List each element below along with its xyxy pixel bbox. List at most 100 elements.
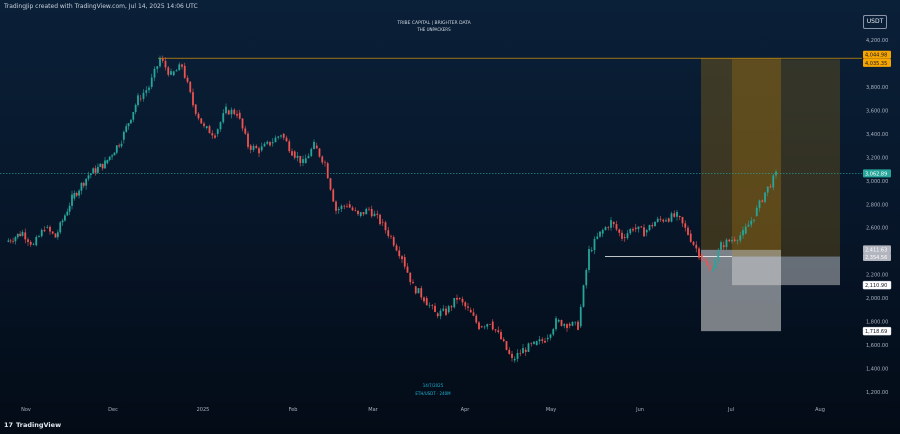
candle-body: [464, 302, 467, 307]
position-zones: [701, 58, 840, 332]
watermark-line2: THE UNPACKERS: [416, 27, 451, 32]
candle-body: [458, 298, 461, 299]
candle-body: [216, 129, 219, 134]
candle-body: [643, 227, 645, 237]
candle-body: [241, 118, 244, 129]
candle-body: [307, 155, 310, 159]
price-chart[interactable]: TRIBE CAPITAL | BRIGHTER DATA THE UNPACK…: [0, 0, 900, 434]
candle-body: [85, 178, 88, 186]
candle-body: [310, 148, 313, 156]
candle-body: [227, 110, 230, 115]
candle-body: [29, 241, 32, 245]
y-tick-label: 1,600.00: [866, 343, 888, 349]
candle-body: [579, 306, 582, 327]
candle-body: [78, 190, 80, 196]
candle-body: [676, 211, 678, 217]
candle-body: [351, 207, 354, 211]
candle-body: [395, 245, 398, 251]
candle-body: [513, 358, 516, 361]
candle-body: [359, 212, 362, 216]
candle-body: [376, 213, 379, 215]
candle-body: [601, 230, 604, 234]
candle-body: [161, 58, 164, 61]
x-axis: Nov Dec 2025 Feb Mar Apr May Jun Jul Aug: [21, 407, 825, 413]
candle-body: [200, 118, 203, 124]
candle-body: [244, 128, 247, 134]
candle-body: [183, 65, 186, 78]
symbol-label: ETH/USDT · 240M: [415, 391, 451, 396]
profit-zone: [732, 59, 840, 257]
candle-body: [324, 162, 326, 164]
candle-body: [118, 145, 121, 147]
candle-body: [577, 321, 579, 330]
candle-body: [420, 288, 423, 298]
candle-body: [621, 232, 623, 239]
candle-body: [340, 205, 343, 209]
candle-body: [357, 210, 359, 215]
candle-body: [125, 126, 128, 132]
x-tick-label: Nov: [21, 407, 31, 413]
candle-body: [761, 200, 764, 202]
annotations: TRIBE CAPITAL | BRIGHTER DATA THE UNPACK…: [396, 20, 471, 396]
candle-body: [94, 168, 97, 173]
candle-body: [130, 119, 132, 124]
price-label-text: 2,354.56: [865, 255, 887, 261]
candle-body: [35, 236, 38, 246]
candle-body: [453, 297, 456, 308]
y-tick-label: 2,200.00: [866, 273, 888, 279]
candle-body: [145, 90, 148, 93]
candle-body: [555, 318, 557, 330]
date-annotation: 14/7/2025: [423, 383, 444, 388]
candle-body: [703, 260, 706, 262]
candle-body: [445, 308, 447, 315]
candle-body: [500, 332, 502, 340]
candle-body: [271, 142, 274, 144]
candle-body: [538, 339, 541, 342]
candle-body: [574, 321, 577, 323]
candle-body: [291, 151, 293, 156]
candle-body: [387, 230, 390, 237]
candle-body: [442, 308, 445, 311]
candle-body: [156, 66, 159, 69]
candle-body: [175, 70, 178, 72]
candle-body: [236, 113, 238, 116]
candle-body: [362, 212, 365, 215]
candle-body: [211, 133, 214, 136]
candle-body: [750, 220, 753, 225]
candle-body: [27, 239, 29, 242]
tradingview-logo-text: TradingView: [16, 421, 62, 429]
candle-body: [54, 233, 57, 238]
x-tick-label: Jun: [635, 407, 644, 413]
candle-body: [219, 122, 222, 130]
candle-body: [282, 133, 285, 138]
candle-body: [667, 218, 670, 222]
candle-body: [354, 210, 357, 211]
candle-body: [747, 224, 750, 227]
candle-body: [593, 238, 596, 251]
candle-body: [711, 268, 714, 272]
candle-body: [632, 229, 634, 231]
candle-body: [566, 324, 568, 329]
candle-body: [269, 141, 271, 146]
candle-body: [12, 241, 14, 242]
candle-body: [769, 186, 772, 188]
candle-body: [205, 126, 208, 128]
candle-body: [384, 222, 387, 231]
candle-body: [519, 352, 522, 354]
y-tick-label: 2,600.00: [866, 226, 888, 232]
price-label-text: 3,062.89: [865, 171, 887, 177]
candle-body: [406, 266, 409, 273]
candle-body: [247, 133, 249, 147]
candle-body: [263, 143, 266, 147]
candle-body: [489, 324, 491, 325]
candle-body: [714, 260, 717, 269]
candle-body: [97, 166, 99, 173]
price-label-text: 4,035.35: [865, 61, 887, 67]
candle-body: [332, 189, 335, 202]
candle-body: [775, 171, 777, 176]
candle-body: [687, 227, 689, 235]
candle-body: [21, 231, 24, 236]
y-tick-label: 3,000.00: [866, 179, 888, 185]
candle-body: [491, 321, 494, 330]
candle-body: [80, 183, 83, 191]
